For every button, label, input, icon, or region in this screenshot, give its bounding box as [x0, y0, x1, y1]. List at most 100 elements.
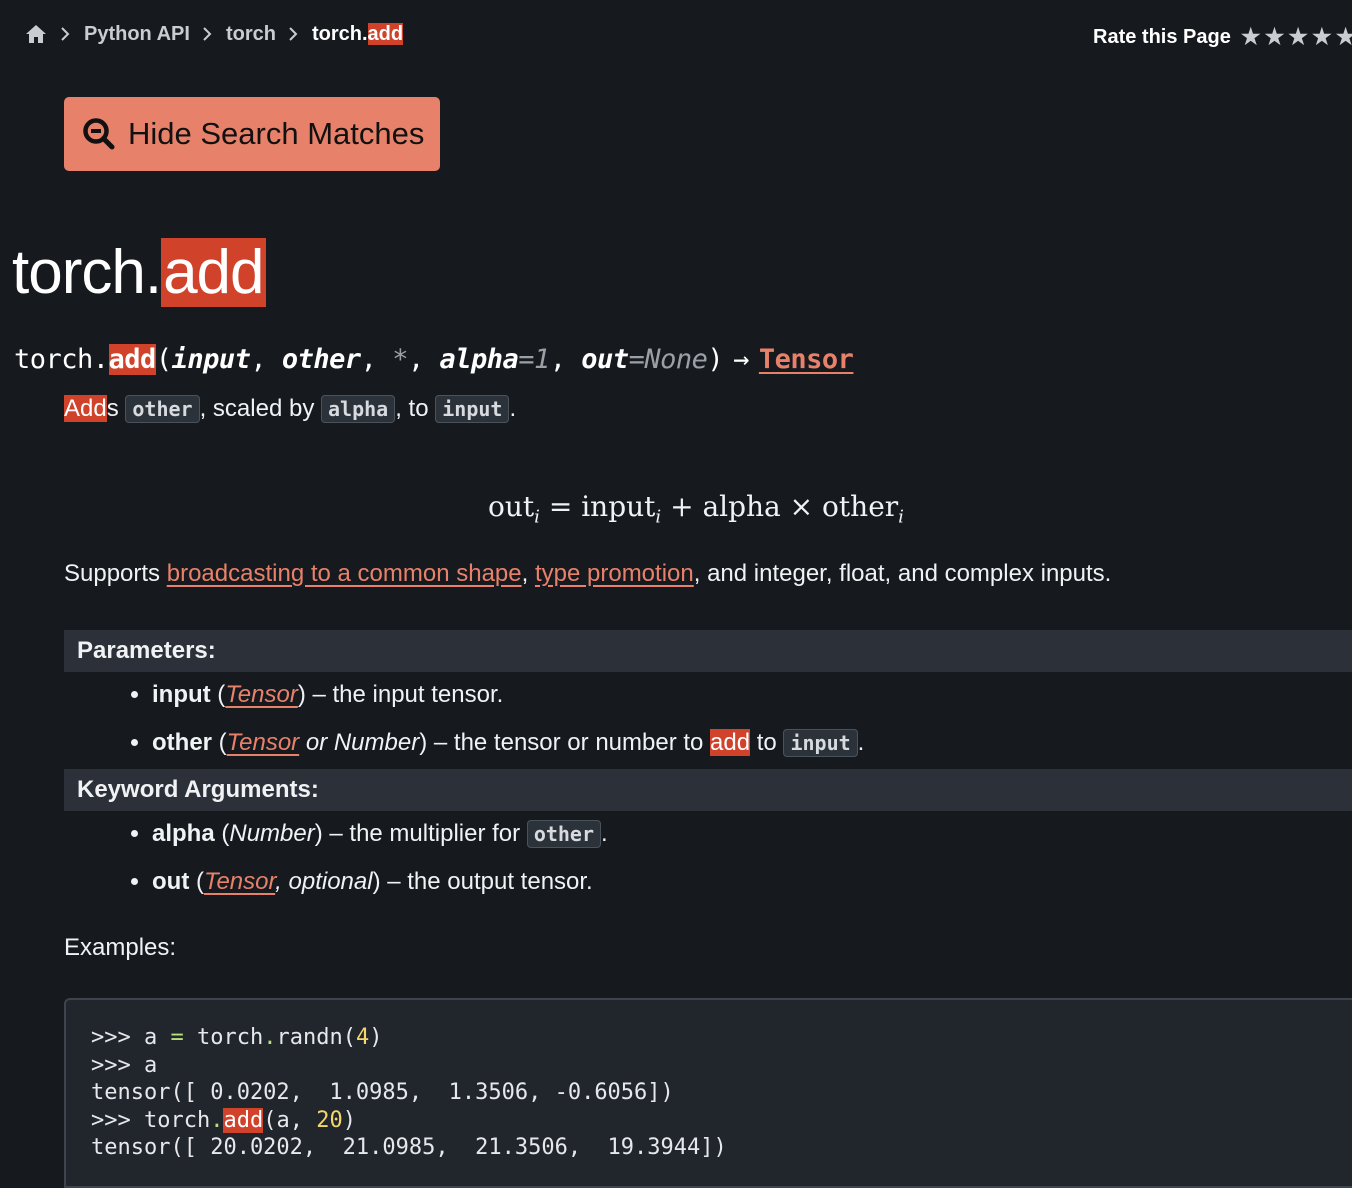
star-icon[interactable]: ★ [1265, 24, 1285, 50]
param-desc: – the multiplier for [322, 820, 527, 847]
inline-code: input [435, 395, 510, 423]
param-name: other [152, 729, 212, 756]
title-prefix: torch. [12, 238, 162, 307]
param-desc: – the tensor or number to [427, 729, 711, 756]
parameters-list: input (Tensor) – the input tensor. other… [100, 678, 864, 774]
code-number: 20 [316, 1107, 343, 1133]
formula-other: other [822, 490, 899, 523]
supports-post: , and integer, float, and complex inputs… [693, 560, 1112, 587]
formula-subscript: i [898, 506, 904, 528]
code-token: ) [342, 1107, 356, 1133]
code-operator: = [170, 1025, 184, 1050]
code-token: >>> torch [91, 1107, 211, 1133]
hide-search-matches-button[interactable]: Hide Search Matches [64, 97, 440, 171]
code-line: >>> a = torch.randn(4) [91, 1025, 382, 1050]
desc-text: s [106, 395, 119, 422]
desc-text: , to [395, 395, 429, 422]
param-desc: . [857, 729, 865, 756]
inline-code: other [125, 395, 200, 423]
formula-eq: = [548, 490, 573, 523]
return-arrow: → [733, 344, 749, 375]
formula-subscript: i [534, 506, 540, 528]
param-type-link[interactable]: Tensor [227, 729, 300, 756]
param-paren: ( [189, 868, 204, 895]
rating-widget: Rate this Page ★ ★ ★ ★ ★ [1093, 24, 1352, 50]
param-type-link[interactable]: Tensor [204, 868, 275, 895]
sig-param-out: out [581, 344, 629, 375]
sig-sep: , [407, 344, 440, 375]
supports-comma: , [521, 560, 535, 587]
function-signature: torch.add(input, other, *, alpha=1, out=… [14, 344, 854, 375]
sig-default-out: =None [628, 344, 708, 375]
code-token: randn( [276, 1025, 356, 1050]
code-token: torch [183, 1025, 264, 1050]
code-block: >>> a = torch.randn(4) >>> a tensor([ 0.… [64, 998, 1352, 1188]
sig-sep: , [549, 344, 582, 375]
formula: outi = inputi + alpha × otheri [488, 490, 904, 528]
sig-param-other: other [281, 344, 361, 375]
search-match-highlight: add [161, 238, 266, 307]
formula-out: out [488, 490, 535, 523]
param-desc: – the output tensor. [380, 868, 593, 895]
star-icon[interactable]: ★ [1336, 24, 1352, 50]
supports-text: Supports broadcasting to a common shape,… [64, 560, 1111, 588]
broadcasting-link[interactable]: broadcasting to a common shape [167, 560, 522, 587]
hide-search-matches-label: Hide Search Matches [128, 116, 425, 151]
param-name: alpha [152, 820, 215, 847]
search-match-highlight: add [223, 1107, 264, 1133]
breadcrumb-current-prefix: torch. [311, 22, 368, 45]
param-name: out [152, 868, 190, 895]
star-icon[interactable]: ★ [1241, 24, 1261, 50]
search-match-highlight: add [108, 344, 156, 375]
search-minus-icon [82, 117, 116, 151]
sig-param-alpha: alpha [439, 344, 519, 375]
breadcrumb-torch[interactable]: torch [226, 23, 276, 46]
code-line: tensor([ 20.0202, 21.0985, 21.3506, 19.3… [91, 1135, 727, 1160]
inline-code: input [783, 729, 858, 757]
star-icon[interactable]: ★ [1312, 24, 1332, 50]
list-item: alpha (Number) – the multiplier for othe… [152, 817, 608, 865]
param-desc: . [601, 820, 608, 847]
formula-input: input [581, 490, 656, 523]
sig-param-input: input [171, 344, 251, 375]
param-type-link[interactable]: Tensor [225, 681, 298, 708]
return-type-link[interactable]: Tensor [759, 344, 854, 375]
code-token: ) [369, 1025, 383, 1050]
page-title: torch.add [12, 236, 266, 310]
code-operator: . [263, 1025, 277, 1050]
examples-label: Examples: [64, 934, 177, 961]
sig-sep: , [250, 344, 282, 375]
desc-text: , scaled by [199, 395, 315, 422]
formula-plus: + [670, 490, 694, 523]
code-token: a [143, 1025, 171, 1050]
search-match-highlight: add [367, 22, 404, 45]
code-token: (a, [263, 1107, 317, 1133]
search-match-highlight: add [710, 729, 751, 756]
param-type-extra: , optional [275, 868, 373, 895]
param-paren: ( [212, 729, 227, 756]
search-match-highlight: Add [64, 395, 107, 422]
param-desc: to [750, 729, 784, 756]
sig-sep: , [360, 344, 393, 375]
inline-code: other [526, 820, 602, 848]
param-paren: ) [372, 868, 381, 895]
formula-times: × [789, 490, 814, 523]
list-item: input (Tensor) – the input tensor. [152, 678, 864, 726]
chevron-right-icon [288, 27, 298, 41]
breadcrumb: Python API torch torch.add [24, 20, 404, 48]
star-icon[interactable]: ★ [1288, 24, 1308, 50]
code-number: 4 [355, 1025, 370, 1050]
code-line: >>> torch.add(a, 20) [91, 1107, 356, 1133]
param-desc: – the input tensor. [305, 681, 504, 708]
type-promotion-link[interactable]: type promotion [535, 560, 694, 587]
parameters-heading: Parameters: [64, 630, 1352, 672]
param-name: input [152, 681, 211, 708]
param-type-extra: or Number [299, 729, 420, 756]
chevron-right-icon [60, 27, 70, 41]
breadcrumb-python-api[interactable]: Python API [84, 23, 190, 46]
home-icon[interactable] [24, 22, 48, 46]
sig-close-paren: ) [707, 344, 724, 375]
list-item: other (Tensor or Number) – the tensor or… [152, 726, 864, 774]
param-paren: ) [297, 681, 306, 708]
code-line: tensor([ 0.0202, 1.0985, 1.3506, -0.6056… [91, 1080, 674, 1105]
